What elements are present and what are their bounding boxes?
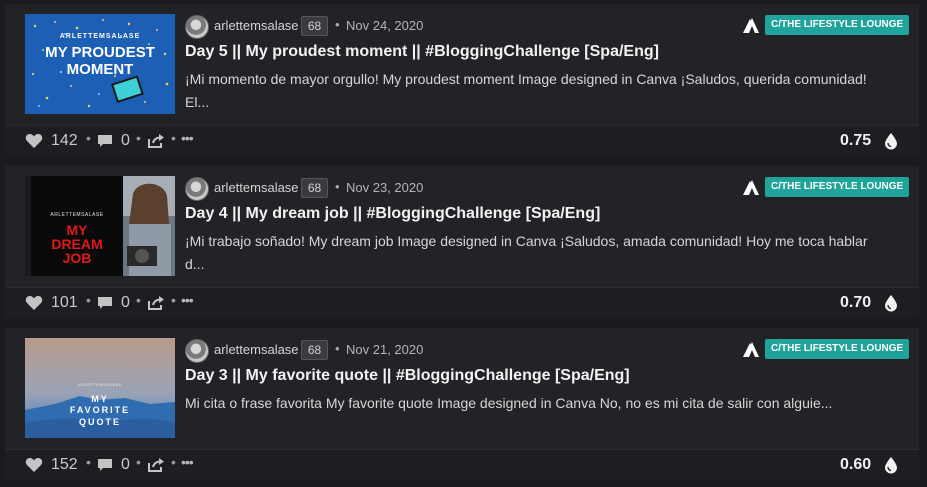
author-name[interactable]: arlettemsalase bbox=[214, 180, 299, 195]
vote-count[interactable]: 152 bbox=[51, 456, 78, 474]
reputation-badge: 68 bbox=[301, 178, 328, 198]
thumbnail-handle: ARLETTEMSALASE bbox=[50, 212, 104, 218]
post-summary[interactable]: ¡Mi momento de mayor orgullo! My proudes… bbox=[185, 68, 885, 114]
separator-dot: • bbox=[335, 179, 340, 194]
post-date[interactable]: Nov 21, 2020 bbox=[346, 342, 423, 357]
avatar[interactable] bbox=[185, 15, 209, 39]
heart-icon[interactable] bbox=[25, 457, 43, 473]
separator-dot: • bbox=[171, 292, 176, 308]
post-date[interactable]: Nov 23, 2020 bbox=[346, 180, 423, 195]
comment-count[interactable]: 0 bbox=[121, 294, 130, 312]
post-card[interactable]: ARLETTEMSALASE MY PROUDEST MOMENT arlett… bbox=[5, 4, 919, 156]
author-name[interactable]: arlettemsalase bbox=[214, 342, 299, 357]
hive-logo-icon bbox=[743, 342, 759, 357]
separator-dot: • bbox=[335, 17, 340, 32]
post-title[interactable]: Day 5 || My proudest moment || #Blogging… bbox=[185, 43, 659, 61]
reputation-badge: 68 bbox=[301, 16, 328, 36]
post-footer: 142 • 0 • • ••• 0.75 bbox=[5, 125, 919, 156]
post-footer: 152 • 0 • • ••• 0.60 bbox=[5, 449, 919, 480]
separator-dot: • bbox=[86, 454, 91, 470]
thumbnail-line-2: MOMENT bbox=[66, 61, 134, 78]
community-badge[interactable]: C/THE LIFESTYLE LOUNGE bbox=[765, 339, 910, 359]
heart-icon[interactable] bbox=[25, 133, 43, 149]
separator-dot: • bbox=[86, 292, 91, 308]
reblog-icon[interactable] bbox=[147, 295, 165, 311]
payout-value[interactable]: 0.75 bbox=[840, 132, 871, 150]
separator-dot: • bbox=[136, 454, 141, 470]
post-date[interactable]: Nov 24, 2020 bbox=[346, 18, 423, 33]
reputation-badge: 68 bbox=[301, 340, 328, 360]
post-card[interactable]: ARLETTEMSALASE MY FAVORITE QUOTE arlette… bbox=[5, 328, 919, 480]
separator-dot: • bbox=[335, 341, 340, 356]
droplet-icon bbox=[885, 295, 897, 312]
separator-dot: • bbox=[136, 292, 141, 308]
thumbnail-line-3: QUOTE bbox=[78, 417, 121, 427]
comment-count[interactable]: 0 bbox=[121, 456, 130, 474]
separator-dot: • bbox=[86, 130, 91, 146]
comment-icon[interactable] bbox=[97, 134, 113, 148]
thumbnail-line-3: JOB bbox=[62, 250, 92, 266]
avatar[interactable] bbox=[185, 177, 209, 201]
more-icon[interactable]: ••• bbox=[181, 292, 194, 308]
thumbnail-line-1: MY bbox=[91, 394, 109, 404]
payout-value[interactable]: 0.70 bbox=[840, 294, 871, 312]
droplet-icon bbox=[885, 457, 897, 474]
thumbnail-handle: ARLETTEMSALASE bbox=[59, 33, 141, 40]
thumbnail-line-1: MY PROUDEST bbox=[45, 44, 155, 61]
payout-value[interactable]: 0.60 bbox=[840, 456, 871, 474]
reblog-icon[interactable] bbox=[147, 457, 165, 473]
vote-count[interactable]: 142 bbox=[51, 132, 78, 150]
separator-dot: • bbox=[171, 130, 176, 146]
avatar[interactable] bbox=[185, 339, 209, 363]
hive-logo-icon bbox=[743, 180, 759, 195]
post-thumbnail[interactable]: ARLETTEMSALASE MY PROUDEST MOMENT bbox=[25, 14, 175, 114]
comment-icon[interactable] bbox=[97, 296, 113, 310]
thumbnail-line-2: FAVORITE bbox=[69, 405, 131, 415]
thumbnail-handle: ARLETTEMSALASE bbox=[78, 382, 122, 387]
author-name[interactable]: arlettemsalase bbox=[214, 18, 299, 33]
post-title[interactable]: Day 3 || My favorite quote || #BloggingC… bbox=[185, 367, 630, 385]
post-summary[interactable]: ¡Mi trabajo soñado! My dream job Image d… bbox=[185, 230, 885, 276]
community-badge[interactable]: C/THE LIFESTYLE LOUNGE bbox=[765, 177, 910, 197]
comment-count[interactable]: 0 bbox=[121, 132, 130, 150]
vote-count[interactable]: 101 bbox=[51, 294, 78, 312]
post-summary[interactable]: Mi cita o frase favorita My favorite quo… bbox=[185, 392, 885, 415]
post-title[interactable]: Day 4 || My dream job || #BloggingChalle… bbox=[185, 205, 600, 223]
post-thumbnail[interactable]: ARLETTEMSALASE MY FAVORITE QUOTE bbox=[25, 338, 175, 438]
more-icon[interactable]: ••• bbox=[181, 130, 194, 146]
post-footer: 101 • 0 • • ••• 0.70 bbox=[5, 287, 919, 318]
separator-dot: • bbox=[136, 130, 141, 146]
droplet-icon bbox=[885, 133, 897, 150]
post-thumbnail[interactable]: ARLETTEMSALASE MY DREAM JOB bbox=[25, 176, 175, 276]
separator-dot: • bbox=[171, 454, 176, 470]
hive-logo-icon bbox=[743, 18, 759, 33]
post-card[interactable]: ARLETTEMSALASE MY DREAM JOB arlettemsala… bbox=[5, 166, 919, 318]
more-icon[interactable]: ••• bbox=[181, 454, 194, 470]
community-badge[interactable]: C/THE LIFESTYLE LOUNGE bbox=[765, 15, 910, 35]
comment-icon[interactable] bbox=[97, 458, 113, 472]
reblog-icon[interactable] bbox=[147, 133, 165, 149]
heart-icon[interactable] bbox=[25, 295, 43, 311]
